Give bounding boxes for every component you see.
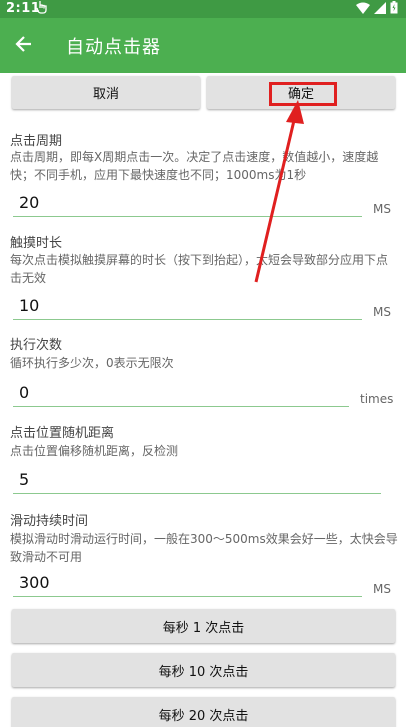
signal-icon [374,1,386,14]
status-bar: 2:11 [0,0,406,18]
arrow-left-icon[interactable] [10,30,38,58]
click-period-description: 点击周期，即每X周期点击一次。决定了点击速度，数值越小，速度越快；不同手机，应用… [10,150,379,182]
execution-count-description: 循环执行多少次，0表示无限次 [10,356,174,370]
click-period-input[interactable]: 20 [13,191,362,217]
cancel-button[interactable]: 取消 [12,76,200,109]
random-offset-description: 点击位置偏移随机距离，反检测 [10,444,179,458]
random-offset-input[interactable]: 5 [13,468,381,494]
click-period-unit: MS [373,202,391,216]
hand-touch-icon [36,0,48,18]
preset-1-per-second-button[interactable]: 每秒 1 次点击 [12,609,395,643]
click-period-label: 点击周期 [10,134,63,149]
touch-duration-unit: MS [373,305,391,319]
swipe-duration-description: 模拟滑动时滑动运行时间，一般在300～500ms效果会好一些，太快会导致滑动不可… [10,532,398,564]
annotation-highlight-box [269,82,337,106]
touch-duration-label: 触摸时长 [10,236,63,251]
system-icons [356,1,398,14]
execution-count-input[interactable]: 0 [13,381,349,407]
touch-duration-input[interactable]: 10 [13,294,362,320]
preset-10-per-second-button[interactable]: 每秒 10 次点击 [12,653,395,687]
preset-20-per-second-button[interactable]: 每秒 20 次点击 [12,697,395,727]
swipe-duration-unit: MS [373,582,391,596]
app-bar: 自动点击器 [0,18,406,73]
swipe-duration-input[interactable]: 300 [13,571,362,597]
swipe-duration-label: 滑动持续时间 [10,514,89,529]
page-title: 自动点击器 [66,37,161,58]
touch-duration-description: 每次点击模拟触摸屏幕的时长（按下到抬起），太短会导致部分应用下点击无效 [10,253,389,285]
random-offset-label: 点击位置随机距离 [10,426,115,441]
wifi-icon [356,2,370,14]
battery-icon [390,1,398,14]
execution-count-label: 执行次数 [10,338,63,353]
execution-count-unit: times [360,392,394,406]
